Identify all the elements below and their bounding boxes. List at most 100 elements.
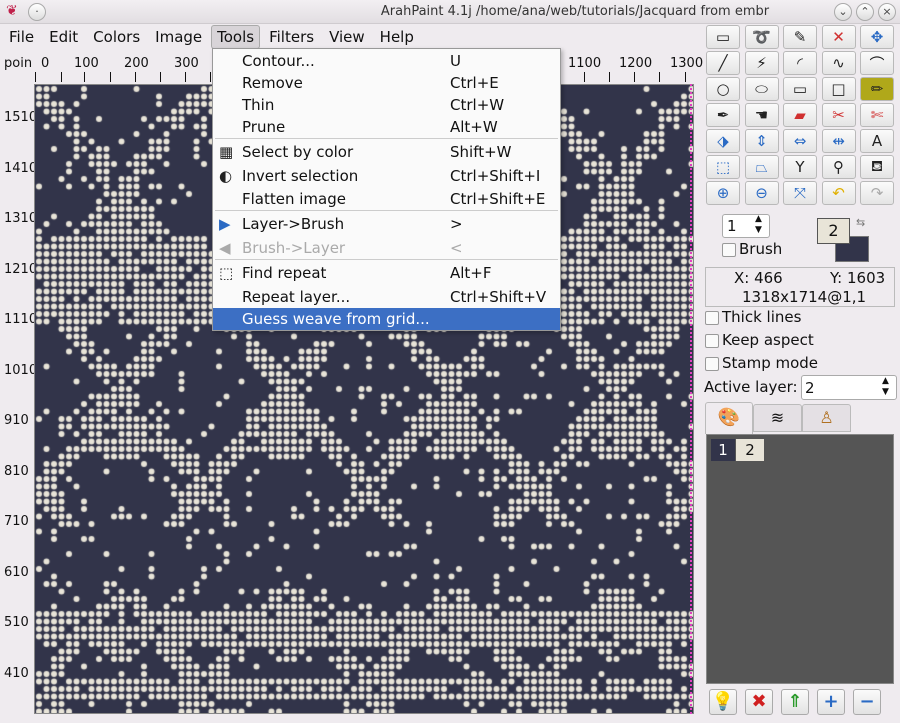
remove-button[interactable]: − — [853, 689, 881, 715]
flip-vertical-tool-button[interactable]: ⇕ — [744, 129, 779, 153]
lightbulb-button[interactable]: 💡 — [709, 689, 737, 715]
text-tool-button[interactable]: A — [860, 129, 894, 153]
curve-icon: ◜ — [797, 54, 803, 72]
menu-item[interactable]: ▦ Select by color Shift+W — [213, 141, 560, 163]
maximize-button[interactable]: ⌃ — [856, 3, 874, 21]
zoom-out-tool-button[interactable]: ⊖ — [744, 181, 779, 205]
menu-item[interactable]: ◐ Invert selection Ctrl+Shift+I — [213, 165, 560, 187]
fill-tool-button[interactable]: ⛾ — [860, 155, 894, 179]
menu-item[interactable]: Contour... U — [213, 50, 560, 72]
compass-tool-button[interactable]: ⚲ — [821, 155, 856, 179]
polyline-icon: ⚡ — [756, 54, 767, 72]
fit-icon: ⤧ — [793, 184, 806, 202]
brush-size-spinner[interactable]: 1 ▲ ▼ — [722, 214, 770, 238]
resize-tool-button[interactable]: ⬚ — [706, 155, 740, 179]
curve-tool-button[interactable]: ◜ — [783, 51, 817, 75]
ruler-left-label: 1210 — [4, 261, 38, 277]
menu-file[interactable]: File — [3, 25, 40, 49]
eraser-tool-button[interactable]: ▰ — [783, 103, 817, 127]
layer-item[interactable]: 1 — [711, 439, 735, 461]
add-button[interactable]: + — [817, 689, 845, 715]
menu-item[interactable]: Guess weave from grid... — [213, 308, 560, 330]
spinner-arrows-icon[interactable]: ▲ ▼ — [882, 376, 889, 398]
rotate-tool-button[interactable]: ⬗ — [706, 129, 740, 153]
active-layer-spinner[interactable]: 2 ▲ ▼ — [801, 375, 897, 400]
undo-tool-button[interactable]: ↶ — [821, 181, 856, 205]
menu-item[interactable]: ▶ Layer->Brush > — [213, 213, 560, 235]
lasso-tool-button[interactable]: ➰ — [744, 25, 779, 49]
ruler-left-label: 910 — [4, 413, 29, 428]
thick-lines-checkbox[interactable] — [705, 311, 719, 325]
ellipse-tool-button[interactable]: ⬭ — [744, 77, 779, 101]
menu-tools[interactable]: Tools — [211, 25, 261, 49]
polyline-tool-button[interactable]: ⚡ — [744, 51, 779, 75]
tab-palette[interactable]: 🎨 — [705, 402, 753, 434]
menu-item[interactable]: ⬚ Find repeat Alt+F — [213, 262, 560, 284]
menu-image[interactable]: Image — [149, 25, 208, 49]
ruler-left-label: 1110 — [4, 312, 38, 327]
ruler-tick — [35, 72, 36, 82]
menu-item-shortcut: Ctrl+Shift+E — [450, 190, 546, 208]
menu-item-label: Select by color — [242, 143, 354, 161]
eyedropper-tool-button[interactable]: ✒ — [706, 103, 740, 127]
circle-tool-button[interactable]: ○ — [706, 77, 740, 101]
merge-tool-button[interactable]: Y — [783, 155, 817, 179]
brush-checkbox[interactable] — [722, 243, 736, 257]
menu-item[interactable]: Prune Alt+W — [213, 116, 560, 138]
spinner-arrows-icon[interactable]: ▲ ▼ — [755, 214, 762, 236]
ruler-tick — [110, 72, 111, 82]
menu-item[interactable]: Remove Ctrl+E — [213, 72, 560, 94]
close-button[interactable]: × — [878, 3, 896, 21]
tab-layers[interactable]: ≋ — [753, 404, 802, 432]
cut-icon: ✂ — [832, 106, 845, 124]
clear-selection-tool-button[interactable]: ✕ — [821, 25, 856, 49]
foreground-color-swatch[interactable]: 2 — [817, 218, 850, 244]
active-layer-value: 2 — [805, 379, 815, 397]
pencil-tool-button[interactable]: ✏ — [860, 77, 894, 101]
menu-item-shortcut: Shift+W — [450, 143, 512, 161]
menu-filters[interactable]: Filters — [263, 25, 320, 49]
menu-colors[interactable]: Colors — [87, 25, 146, 49]
menu-view[interactable]: View — [323, 25, 371, 49]
menu-item-shortcut: Ctrl+Shift+I — [450, 167, 541, 185]
move-tool-button[interactable]: ✥ — [860, 25, 894, 49]
find-repeat-icon: ⬚ — [219, 264, 234, 282]
menu-item[interactable]: Flatten image Ctrl+Shift+E — [213, 188, 560, 210]
ruler-tick — [210, 72, 211, 82]
flip-horizontal-tool-button[interactable]: ⇔ — [783, 129, 817, 153]
thick-lines-label: Thick lines — [722, 308, 802, 326]
menu-item[interactable]: Thin Ctrl+W — [213, 94, 560, 116]
menu-item[interactable]: Repeat layer... Ctrl+Shift+V — [213, 286, 560, 308]
zoom-in-tool-button[interactable]: ⊕ — [706, 181, 740, 205]
layer-item[interactable]: 2 — [736, 439, 764, 461]
ruler-tick — [685, 72, 686, 82]
menu-help[interactable]: Help — [374, 25, 420, 49]
perspective-tool-button[interactable]: ⏢ — [744, 155, 779, 179]
bezier-tool-button[interactable]: ⌒ — [860, 51, 894, 75]
fit-tool-button[interactable]: ⤧ — [783, 181, 817, 205]
redo-tool-button[interactable]: ↷ — [860, 181, 894, 205]
select-by-color-icon: ▦ — [219, 143, 234, 161]
selection-tool-button[interactable]: ▭ — [706, 25, 740, 49]
line-tool-button[interactable]: ╱ — [706, 51, 740, 75]
delete-button[interactable]: ✖ — [745, 689, 773, 715]
mirror-tool-button[interactable]: ⇹ — [821, 129, 856, 153]
rectangle-tool-button[interactable]: ▭ — [783, 77, 817, 101]
scissors-tool-button[interactable]: ✄ — [860, 103, 894, 127]
smudge-tool-button[interactable]: ☚ — [744, 103, 779, 127]
eraser-icon: ▰ — [794, 106, 806, 124]
menu-item-shortcut: < — [450, 239, 463, 257]
magic-wand-tool-button[interactable]: ✎ — [783, 25, 817, 49]
minimize-button[interactable]: ⌄ — [834, 3, 852, 21]
bezier-points-tool-button[interactable]: ∿ — [821, 51, 856, 75]
swap-colors-icon[interactable]: ⇆ — [856, 216, 865, 229]
move-up-button[interactable]: ⇑ — [781, 689, 809, 715]
fill-icon: ⛾ — [870, 157, 884, 175]
ruler-left-label: 710 — [4, 514, 29, 529]
stamp-mode-checkbox[interactable] — [705, 357, 719, 371]
cut-tool-button[interactable]: ✂ — [821, 103, 856, 127]
keep-aspect-checkbox[interactable] — [705, 334, 719, 348]
tab-stamp[interactable]: ♙ — [802, 404, 851, 432]
square-tool-button[interactable]: □ — [821, 77, 856, 101]
menu-edit[interactable]: Edit — [43, 25, 84, 49]
